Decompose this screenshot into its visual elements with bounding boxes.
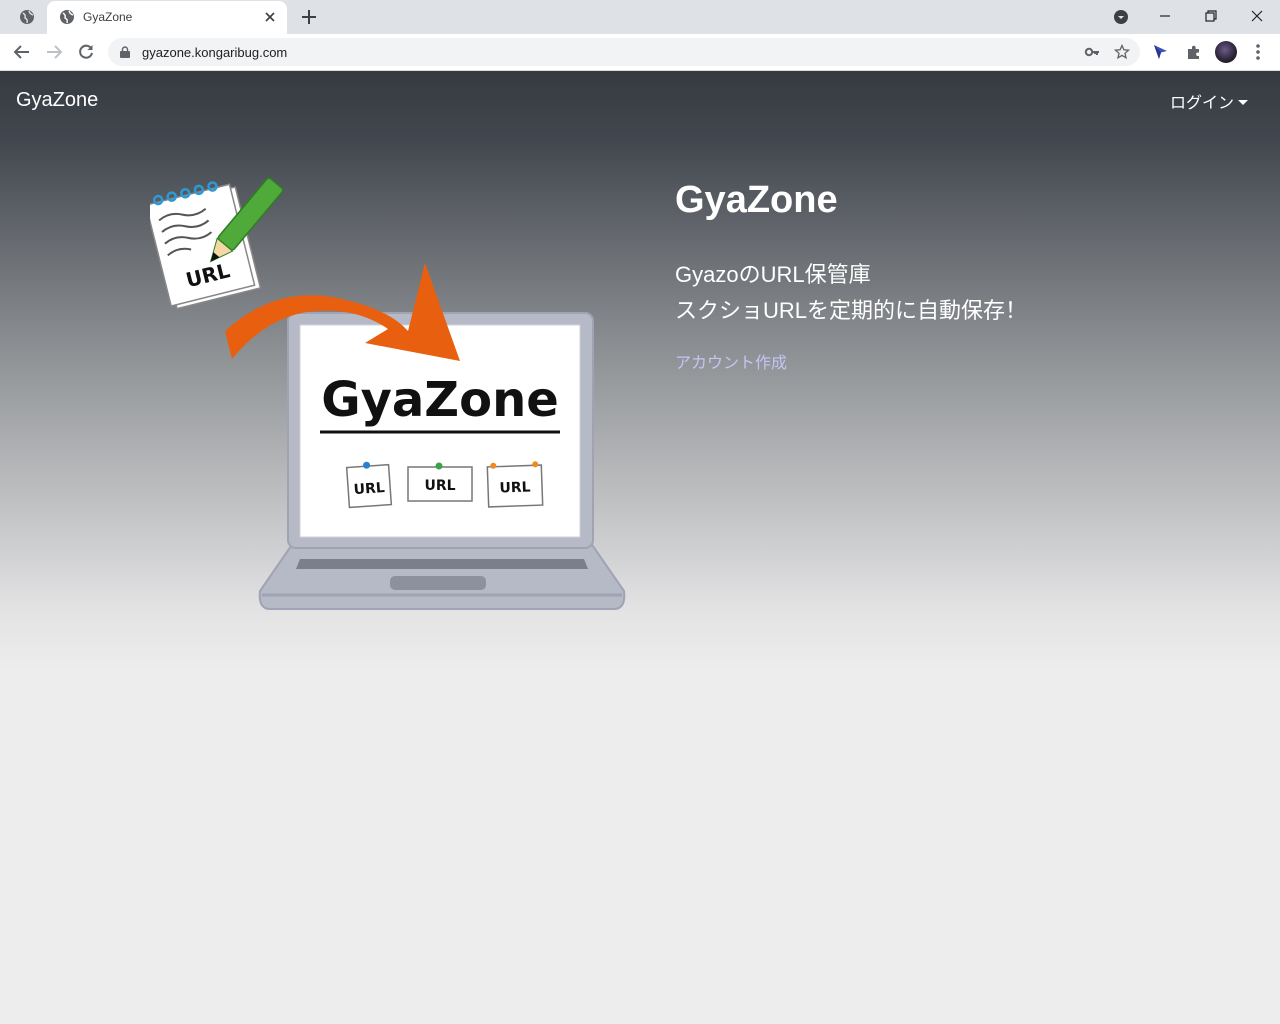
hero-section: GyaZone ログイン GyaZone URL URL URL URL Gya… [0,71,1280,671]
extension-cursor-icon[interactable] [1151,42,1171,62]
page-content: GyaZone ログイン GyaZone URL URL URL URL Gya… [0,71,1280,1024]
navbar-brand[interactable]: GyaZone [16,89,98,112]
new-tab-plus-icon[interactable] [300,8,318,26]
url-card-label: URL [353,480,385,498]
tab-search-icon[interactable] [1113,9,1129,25]
address-url[interactable]: gyazone.kongaribug.com [142,45,287,60]
tab-title: GyaZone [83,10,133,24]
back-arrow-icon[interactable] [12,42,32,62]
browser-tab-strip: GyaZone [0,0,1280,34]
tab-gyazone[interactable]: GyaZone [47,1,287,34]
screen-title: GyaZone [321,372,559,428]
notepad: URL [150,181,262,310]
globe-icon [60,10,74,24]
url-card-label: URL [424,478,455,494]
hero-illustration: GyaZone URL URL URL URL [150,177,626,610]
reload-icon[interactable] [76,42,96,62]
globe-icon[interactable] [19,9,35,25]
profile-avatar[interactable] [1215,41,1237,63]
login-dropdown[interactable]: ログイン [1170,89,1249,113]
browser-toolbar: gyazone.kongaribug.com [0,34,1280,71]
minimize-icon[interactable] [1155,6,1175,26]
hero-lead: GyazoのURL保管庫 スクショURLを定期的に自動保存！ [675,257,1027,329]
window-close-icon[interactable] [1247,6,1267,26]
caret-down-icon[interactable] [1238,99,1249,105]
url-card: URL [486,461,544,508]
close-icon[interactable] [262,9,278,25]
url-card-label: URL [499,479,531,496]
url-card: URL [407,462,473,502]
hero-lead-line2: スクショURLを定期的に自動保存！ [675,298,1028,323]
key-icon[interactable] [1084,44,1100,60]
hero-title: GyaZone [675,179,838,221]
login-label[interactable]: ログイン [1170,89,1234,113]
forward-arrow-icon[interactable] [44,42,64,62]
restore-icon[interactable] [1201,6,1221,26]
menu-kebab-icon[interactable] [1250,42,1266,62]
lock-icon[interactable] [120,46,130,58]
url-card: URL [345,461,393,509]
bookmark-star-icon[interactable] [1114,44,1130,60]
create-account-link[interactable]: アカウント作成 [675,349,787,373]
hero-lead-line1: GyazoのURL保管庫 [675,262,871,287]
address-bar[interactable]: gyazone.kongaribug.com [108,38,1140,66]
extensions-puzzle-icon[interactable] [1184,42,1204,62]
